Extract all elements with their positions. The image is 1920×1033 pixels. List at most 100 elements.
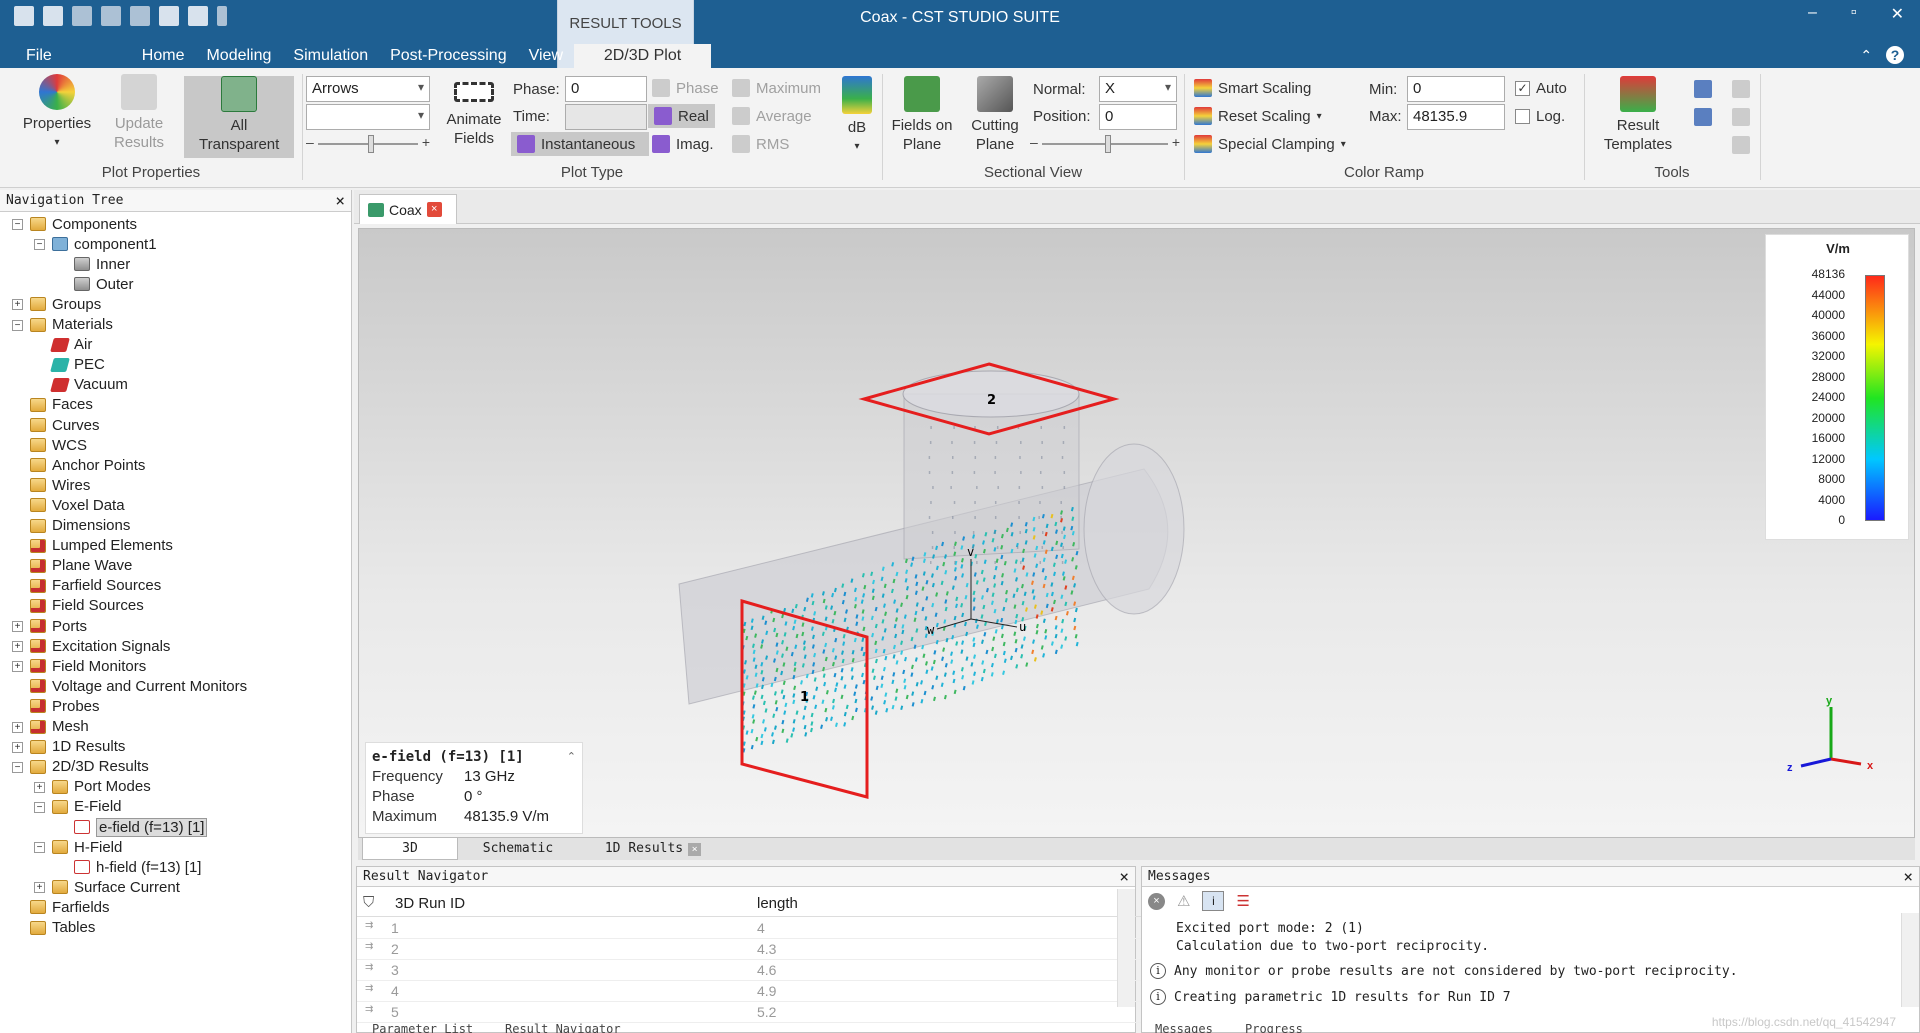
position-slider[interactable]: – +: [1030, 134, 1180, 154]
max-input[interactable]: 48135.9: [1407, 104, 1505, 130]
tree-item[interactable]: h-field (f=13) [1]: [74, 857, 201, 877]
tree-item[interactable]: Probes: [30, 696, 100, 716]
special-clamping-button[interactable]: Special Clamping ▾: [1194, 132, 1346, 156]
info-filter-icon[interactable]: i: [1202, 891, 1225, 911]
tree-item[interactable]: Voxel Data: [30, 495, 125, 515]
animate-fields-button[interactable]: Animate Fields: [440, 82, 508, 148]
tree-expander[interactable]: −: [12, 219, 23, 230]
tree-expander[interactable]: −: [34, 842, 45, 854]
tree-expander[interactable]: +: [34, 781, 45, 793]
smart-scaling-button[interactable]: Smart Scaling: [1194, 76, 1311, 100]
plot-type-select[interactable]: Arrows: [306, 76, 430, 102]
close-icon[interactable]: ×: [1119, 867, 1129, 886]
tree-item[interactable]: Curves: [30, 415, 100, 435]
auto-checkbox[interactable]: ✓ Auto: [1515, 76, 1567, 100]
tree-expander[interactable]: +: [12, 621, 23, 632]
fields-on-plane-button[interactable]: Fields on Plane: [888, 76, 956, 154]
chart-icon[interactable]: [1694, 80, 1712, 98]
column-header-run-id[interactable]: 3D Run ID: [395, 895, 465, 912]
slider-thumb[interactable]: [368, 135, 374, 153]
phase-input[interactable]: 0: [565, 76, 647, 102]
close-icon[interactable]: ×: [1903, 867, 1913, 886]
tree-item[interactable]: Groups: [30, 294, 101, 314]
db-button[interactable]: dB ▾: [836, 76, 878, 156]
tree-item[interactable]: E-Field: [52, 797, 122, 817]
close-tab-icon[interactable]: ×: [426, 202, 442, 217]
document-tab-coax[interactable]: Coax ×: [359, 194, 457, 224]
help-icon[interactable]: ?: [1886, 46, 1904, 64]
log-checkbox[interactable]: Log.: [1515, 104, 1565, 128]
minimize-button[interactable]: –: [1808, 4, 1817, 24]
tree-item[interactable]: Outer: [74, 274, 134, 294]
tree-item[interactable]: Port Modes: [52, 777, 151, 797]
tab-messages[interactable]: Messages: [1155, 1022, 1213, 1033]
update-results-button[interactable]: Update Results: [104, 74, 174, 152]
tree-item[interactable]: Wires: [30, 475, 90, 495]
tree-item[interactable]: Field Monitors: [30, 656, 146, 676]
tab-result-navigator[interactable]: Result Navigator: [505, 1022, 621, 1033]
tree-item[interactable]: Farfield Sources: [30, 576, 161, 596]
close-tab-icon[interactable]: ×: [688, 842, 702, 856]
tree-item[interactable]: 1D Results: [30, 737, 125, 757]
close-icon[interactable]: ×: [335, 191, 345, 210]
tree-item[interactable]: Surface Current: [52, 877, 180, 897]
tab-1d-results[interactable]: 1D Results ×: [598, 838, 708, 860]
tree-item[interactable]: WCS: [30, 435, 87, 455]
tree-expander[interactable]: +: [12, 721, 23, 733]
instantaneous-button[interactable]: Instantaneous: [511, 132, 649, 156]
clear-messages-icon[interactable]: ☰: [1236, 892, 1249, 910]
tree-item[interactable]: Faces: [30, 395, 93, 415]
tree-item[interactable]: Anchor Points: [30, 455, 145, 475]
properties-button[interactable]: Properties ▾: [14, 74, 100, 152]
tree-expander[interactable]: +: [12, 741, 23, 753]
tree-expander[interactable]: −: [12, 319, 23, 331]
min-input[interactable]: 0: [1407, 76, 1505, 102]
warning-filter-icon[interactable]: ⚠: [1177, 892, 1190, 910]
3d-viewport[interactable]: 2 1 v w u y x z: [358, 228, 1915, 838]
tree-item[interactable]: Ports: [30, 616, 87, 636]
layers-tool-icon[interactable]: [1732, 108, 1750, 126]
time-input[interactable]: [565, 104, 647, 130]
tree-item[interactable]: Voltage and Current Monitors: [30, 676, 247, 696]
tree-item[interactable]: Materials: [30, 315, 113, 335]
vertical-scrollbar[interactable]: [1117, 889, 1135, 1007]
imag-button[interactable]: Imag.: [652, 132, 714, 156]
calculator-icon[interactable]: [1694, 108, 1712, 126]
slider-thumb[interactable]: [1105, 135, 1111, 153]
tab-schematic[interactable]: Schematic: [468, 838, 568, 860]
tab-post-processing[interactable]: Post-Processing: [379, 44, 518, 68]
collapse-ribbon-icon[interactable]: ⌃: [1860, 47, 1872, 63]
tree-item[interactable]: Field Sources: [30, 596, 144, 616]
position-input[interactable]: 0: [1099, 104, 1177, 130]
tree-item[interactable]: e-field (f=13) [1]: [74, 817, 208, 837]
tree-item[interactable]: Tables: [30, 918, 95, 938]
rms-button[interactable]: RMS: [732, 132, 789, 156]
plot-type-slider[interactable]: – +: [306, 134, 430, 154]
tree-expander[interactable]: +: [12, 299, 23, 311]
tree-item[interactable]: Dimensions: [30, 516, 130, 536]
tab-file[interactable]: File: [0, 44, 84, 68]
tab-simulation[interactable]: Simulation: [282, 44, 379, 68]
vertical-scrollbar[interactable]: [1901, 913, 1919, 1007]
reset-scaling-button[interactable]: Reset Scaling ▾: [1194, 104, 1322, 128]
tree-item[interactable]: Plane Wave: [30, 556, 132, 576]
column-header-length[interactable]: length: [757, 895, 798, 912]
tree-item[interactable]: Inner: [74, 254, 130, 274]
tree-item[interactable]: component1: [52, 234, 157, 254]
tree-item[interactable]: H-Field: [52, 837, 122, 857]
tree-item[interactable]: Air: [50, 335, 92, 355]
tree-item[interactable]: Components: [30, 214, 137, 234]
tab-2d3d-plot[interactable]: 2D/3D Plot: [574, 44, 711, 68]
close-window-button[interactable]: ✕: [1891, 4, 1904, 24]
phase-mode-button[interactable]: Phase: [652, 76, 719, 100]
average-button[interactable]: Average: [732, 104, 812, 128]
tree-expander[interactable]: −: [12, 761, 23, 773]
pick-tool-icon[interactable]: [1732, 80, 1750, 98]
ruler-tool-icon[interactable]: [1732, 136, 1750, 154]
tab-modeling[interactable]: Modeling: [195, 44, 282, 68]
tree-item[interactable]: Excitation Signals: [30, 636, 170, 656]
all-transparent-button[interactable]: All Transparent: [184, 76, 294, 158]
result-templates-button[interactable]: Result Templates: [1592, 76, 1684, 154]
normal-select[interactable]: X: [1099, 76, 1177, 102]
tab-parameter-list[interactable]: Parameter List: [372, 1022, 473, 1033]
